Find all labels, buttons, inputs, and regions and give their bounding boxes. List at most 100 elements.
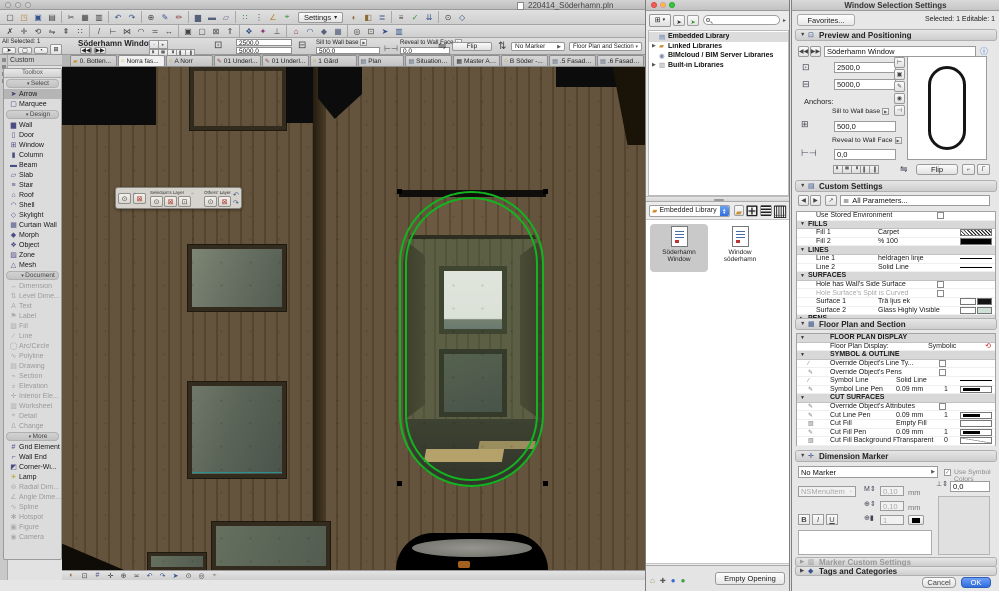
nav-icon[interactable]: [143, 571, 156, 580]
dialog-sill-field[interactable]: 500,0: [834, 121, 896, 132]
toolbox-item[interactable]: Wall End: [4, 452, 61, 462]
italic-button[interactable]: I: [812, 514, 824, 525]
view-tab[interactable]: 01 Underl...: [261, 55, 309, 66]
toolbar-icon[interactable]: [17, 25, 31, 37]
toolbox-item[interactable]: Select: [6, 79, 59, 88]
toolbox-item[interactable]: Polyline: [4, 351, 61, 361]
parameter-checkbox[interactable]: [939, 360, 946, 368]
parameter-checkbox[interactable]: [939, 368, 946, 376]
toolbox-item[interactable]: Mesh: [4, 260, 61, 270]
nav-icon[interactable]: [130, 571, 143, 580]
nav-icon[interactable]: [91, 571, 104, 580]
toolbox-title[interactable]: Toolbox: [4, 69, 61, 78]
toolbox-item[interactable]: Zone: [4, 250, 61, 260]
parameter-row[interactable]: Cut Fill Empty Fill: [797, 420, 995, 429]
toolbar-icon[interactable]: [223, 25, 237, 37]
toolbox-item[interactable]: Fill: [4, 321, 61, 331]
view-tab[interactable]: B Söder -...: [501, 55, 549, 66]
lock-layer-button[interactable]: [133, 193, 146, 204]
toolbar-icon[interactable]: [361, 11, 375, 23]
toolbar-icon[interactable]: [3, 25, 17, 37]
favorites-button[interactable]: Favorites...: [797, 14, 855, 26]
selection-handle[interactable]: [543, 481, 548, 486]
view-tab[interactable]: 01 Underl...: [213, 55, 261, 66]
toolbar-icon[interactable]: [317, 25, 331, 37]
toolbar-icon[interactable]: [219, 11, 233, 23]
expand-icon[interactable]: [652, 43, 659, 49]
parameter-row[interactable]: ▼ SURFACES: [797, 272, 995, 281]
preview-edit-button[interactable]: ✎: [894, 81, 905, 92]
window-tool-indicator[interactable]: ⊞: [50, 44, 62, 55]
toolbox-item[interactable]: Object: [4, 240, 61, 250]
toolbar-icon[interactable]: [391, 11, 393, 23]
previous-object-button[interactable]: ◀◀: [798, 46, 809, 57]
toolbox-item[interactable]: Lamp: [4, 472, 61, 482]
parameter-set-dropdown[interactable]: ≣ All Parameters...: [840, 195, 990, 206]
toolbar-icon[interactable]: [252, 11, 266, 23]
parameter-swatch[interactable]: [960, 298, 992, 306]
marker-dropdown[interactable]: No Marker ▶: [511, 42, 565, 51]
preview-front-view-button[interactable]: ⊢: [894, 57, 905, 68]
location-stepper[interactable]: ▲ ▼: [719, 205, 729, 216]
toolbar-icon[interactable]: [195, 25, 209, 37]
parameter-row[interactable]: Symbol Line Solid Line: [797, 377, 995, 386]
sill-value-field[interactable]: 500.0: [316, 47, 380, 55]
parameter-row[interactable]: Fill 2 % 100: [797, 238, 995, 247]
toolbar-icon[interactable]: [256, 25, 270, 37]
dialog-height-field[interactable]: 5000,0: [834, 79, 896, 90]
toolbox-item[interactable]: Spline: [4, 502, 61, 512]
toolbox-item[interactable]: Elevation: [4, 381, 61, 391]
toolbox-item[interactable]: Slab: [4, 170, 61, 180]
library-tree-item[interactable]: Built-in Libraries: [649, 61, 788, 71]
underline-button[interactable]: U: [826, 514, 838, 525]
toolbox-item[interactable]: Design: [6, 110, 59, 119]
parameter-swatch[interactable]: [960, 263, 992, 271]
toolbar-icon[interactable]: [120, 25, 134, 37]
zoom-button[interactable]: [25, 2, 31, 8]
toolbox-item[interactable]: Marquee: [4, 99, 61, 109]
toolbar-icon[interactable]: [266, 11, 280, 23]
marker-font-dropdown[interactable]: NSMenuItem ⌄: [798, 486, 856, 497]
toolbox-item[interactable]: Door: [4, 130, 61, 140]
pick-mode-button[interactable]: [673, 14, 685, 26]
parameter-swatch[interactable]: [960, 411, 992, 419]
library-tree-item[interactable]: Embedded Library: [649, 32, 788, 42]
toolbar-icon[interactable]: [289, 25, 303, 37]
toolbar-icon[interactable]: [239, 25, 240, 37]
toolbar-icon[interactable]: [408, 11, 422, 23]
toolbox-item[interactable]: Level Dime...: [4, 291, 61, 301]
view-large-icons-button[interactable]: ⊞: [745, 203, 758, 220]
view-options-button[interactable]: ⊞: [649, 13, 671, 27]
sill-in-button[interactable]: Γ: [977, 164, 990, 175]
object-preview[interactable]: [907, 56, 987, 160]
parameter-swatch[interactable]: [960, 385, 992, 393]
minimize-button[interactable]: [660, 2, 666, 8]
view-tab[interactable]: 1 Gård: [309, 55, 357, 66]
toolbox-item[interactable]: Hotspot: [4, 512, 61, 522]
parameter-row[interactable]: Override Object's Pens: [797, 368, 995, 377]
toolbar-icon[interactable]: [347, 25, 348, 37]
selection-handle[interactable]: [397, 189, 402, 194]
marquee-mode-button[interactable]: ▢: [18, 47, 32, 54]
reveal-anchor-dropdown[interactable]: Reveal to Wall Face▶: [832, 137, 902, 144]
sill-out-button[interactable]: ⌐: [962, 164, 975, 175]
toolbox-item[interactable]: Text: [4, 301, 61, 311]
sill-anchor-dropdown[interactable]: Sill to Wall base ▶: [316, 39, 368, 46]
toolbox-item[interactable]: Wall: [4, 120, 61, 130]
toolbar-icon[interactable]: [92, 11, 106, 23]
parameter-row[interactable]: Override Object's Attributes: [797, 403, 995, 412]
nav-icon[interactable]: [195, 571, 208, 580]
next-page-button[interactable]: ▶: [810, 195, 821, 206]
toolbar-icon[interactable]: [45, 25, 59, 37]
toolbar-icon[interactable]: [441, 11, 455, 23]
preview-plan-view-button[interactable]: ▣: [894, 69, 905, 80]
method-button[interactable]: ◔: [34, 47, 48, 54]
nav-icon[interactable]: [65, 571, 78, 580]
toolbox-item[interactable]: Beam: [4, 160, 61, 170]
toolbox-item[interactable]: Detail: [4, 411, 61, 421]
toolbox-item[interactable]: Arrow: [4, 89, 61, 99]
toolbar-icon[interactable]: [280, 11, 294, 23]
toolbox-item[interactable]: Section: [4, 371, 61, 381]
placement-method-buttons[interactable]: ◦ ▸: [149, 40, 168, 49]
toolbar-icon[interactable]: [209, 25, 223, 37]
